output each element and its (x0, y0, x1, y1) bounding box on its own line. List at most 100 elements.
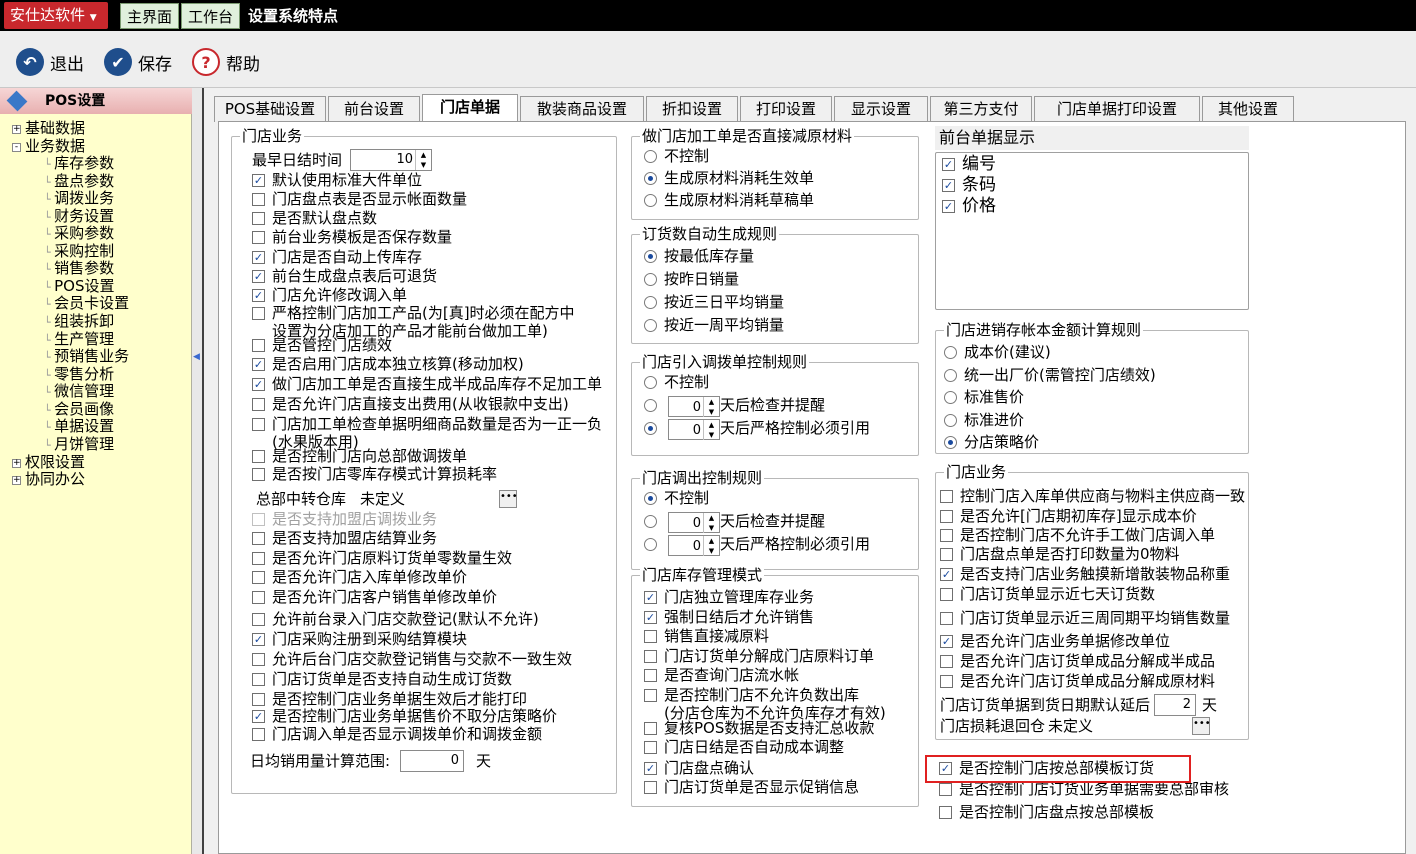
expand-icon[interactable]: + (12, 476, 21, 485)
cost-rule-option-1[interactable]: 统一出厂价(需管控门店绩效) (944, 366, 1156, 384)
checkbox-icon[interactable]: ✓ (252, 378, 265, 391)
tab-settings[interactable]: 设置系统特点 (242, 3, 344, 29)
radio-icon[interactable] (944, 391, 957, 404)
spinner-arrows-icon[interactable]: ▲ ▼ (703, 513, 719, 533)
checkbox-icon[interactable] (252, 532, 265, 545)
store-option-12[interactable]: 门店加工单检查单据明细商品数量是否为一正一负 (水果版本用) (252, 415, 602, 451)
processing-option-0[interactable]: 不控制 (644, 147, 709, 165)
checkbox-icon[interactable] (644, 689, 657, 702)
radio-icon[interactable] (644, 376, 657, 389)
order-rule-option-0[interactable]: 按最低库存量 (644, 247, 754, 265)
spinner-arrows-icon[interactable]: ▲ ▼ (703, 536, 719, 556)
checkbox-icon[interactable]: ✓ (644, 591, 657, 604)
checkbox-icon[interactable] (939, 806, 952, 819)
checkbox-icon[interactable] (252, 513, 265, 526)
checkbox-icon[interactable] (252, 613, 265, 626)
store-option2-7[interactable]: 允许后台门店交款登记销售与交款不一致生效 (252, 650, 572, 668)
tab-8[interactable]: 门店单据打印设置 (1034, 96, 1200, 122)
expand-icon[interactable]: - (12, 143, 21, 152)
radio-icon[interactable] (644, 296, 657, 309)
checkbox-icon[interactable] (644, 650, 657, 663)
brand-menu[interactable]: 安仕达软件 ▼ (4, 2, 108, 29)
store-option2-5[interactable]: 允许前台录入门店交款登记(默认不允许) (252, 610, 539, 628)
checkbox-icon[interactable] (252, 339, 265, 352)
checkbox-icon[interactable]: ✓ (940, 568, 953, 581)
tab-6[interactable]: 显示设置 (834, 96, 928, 122)
checkbox-icon[interactable] (940, 655, 953, 668)
store-option-0[interactable]: ✓ 默认使用标准大件单位 (252, 171, 422, 189)
store-biz2-option-0[interactable]: 控制门店入库单供应商与物料主供应商一致 (940, 487, 1245, 505)
store-biz2-option-3[interactable]: 门店盘点单是否打印数量为0物料 (940, 545, 1180, 563)
store-option-6[interactable]: ✓ 门店允许修改调入单 (252, 286, 407, 304)
front-display-item-1[interactable]: ✓ 条码 (942, 176, 996, 194)
tab-2[interactable]: 门店单据 (422, 94, 518, 122)
delay-input[interactable]: 2 (1154, 694, 1196, 716)
exit-button[interactable]: ↶ 退出 (16, 47, 84, 77)
checkbox-icon[interactable]: ✓ (942, 200, 955, 213)
store-option-3[interactable]: 前台业务模板是否保存数量 (252, 228, 452, 246)
checkbox-icon[interactable] (252, 307, 265, 320)
checkbox-icon[interactable] (252, 571, 265, 584)
transfer_in-no-control[interactable]: 不控制 (644, 373, 709, 391)
radio-icon[interactable] (644, 194, 657, 207)
inventory-option-1[interactable]: ✓ 强制日结后才允许销售 (644, 608, 814, 626)
processing-option-1[interactable]: 生成原材料消耗生效单 (644, 169, 814, 187)
checkbox-icon[interactable] (252, 693, 265, 706)
radio-icon[interactable] (944, 436, 957, 449)
store-option-8[interactable]: 是否管控门店绩效 (252, 336, 392, 354)
inventory-option-3[interactable]: 门店订货单分解成门店原料订单 (644, 647, 874, 665)
inventory-option-4[interactable]: 是否查询门店流水帐 (644, 666, 799, 684)
checkbox-icon[interactable]: ✓ (252, 174, 265, 187)
checkbox-icon[interactable]: ✓ (252, 289, 265, 302)
earliest-close-spinner[interactable]: 10 ▲ ▼ (350, 149, 432, 171)
inventory-option-7[interactable]: 门店日结是否自动成本调整 (644, 738, 844, 756)
checkbox-icon[interactable] (252, 552, 265, 565)
checkbox-icon[interactable]: ✓ (942, 158, 955, 171)
checkbox-icon[interactable] (940, 490, 953, 503)
front-display-item-2[interactable]: ✓ 价格 (942, 197, 996, 215)
store-option2-2[interactable]: 是否允许门店原料订货单零数量生效 (252, 549, 512, 567)
store-option2-9[interactable]: 是否控制门店业务单据生效后才能打印 (252, 690, 527, 708)
transfer_out-rule-2[interactable]: 0 ▲ ▼ 天后严格控制必须引用 (644, 535, 870, 556)
tab-4[interactable]: 折扣设置 (646, 96, 738, 122)
radio-icon[interactable] (644, 492, 657, 505)
checkbox-icon[interactable]: ✓ (644, 611, 657, 624)
store-biz2-option-8[interactable]: 是否允许门店订货单成品分解成半成品 (940, 652, 1215, 670)
transfer_in-days-spinner-1[interactable]: 0 ▲ ▼ (668, 396, 720, 417)
checkbox-icon[interactable] (940, 588, 953, 601)
transfer_in-rule-2[interactable]: 0 ▲ ▼ 天后严格控制必须引用 (644, 419, 870, 440)
checkbox-icon[interactable] (940, 510, 953, 523)
checkbox-icon[interactable] (252, 212, 265, 225)
daily-range-input[interactable]: 0 (400, 750, 464, 772)
store-biz2-option-7[interactable]: ✓ 是否允许门店业务单据修改单位 (940, 632, 1170, 650)
store-option2-3[interactable]: 是否允许门店入库单修改单价 (252, 568, 467, 586)
checkbox-icon[interactable] (252, 673, 265, 686)
transfer_out-no-control[interactable]: 不控制 (644, 489, 709, 507)
transit-warehouse-browse-button[interactable]: ••• (499, 490, 518, 508)
radio-icon[interactable] (644, 273, 657, 286)
radio-icon[interactable] (644, 422, 657, 435)
checkbox-icon[interactable]: ✓ (252, 251, 265, 264)
radio-icon[interactable] (644, 250, 657, 263)
panel-splitter[interactable]: ◀ (192, 88, 202, 854)
radio-icon[interactable] (944, 346, 957, 359)
checkbox-icon[interactable] (940, 548, 953, 561)
checkbox-icon[interactable] (940, 529, 953, 542)
cost-rule-option-4[interactable]: 分店策略价 (944, 433, 1039, 451)
radio-icon[interactable] (944, 368, 957, 382)
expand-icon[interactable]: + (12, 459, 21, 468)
store-option-11[interactable]: 是否允许门店直接支出费用(从收银款中支出) (252, 395, 569, 413)
tab-main[interactable]: 主界面 (120, 3, 180, 29)
checkbox-icon[interactable] (644, 741, 657, 754)
expand-icon[interactable]: + (12, 125, 21, 134)
store-option-4[interactable]: ✓ 门店是否自动上传库存 (252, 248, 422, 266)
store-biz2-option-6[interactable]: 门店订货单显示近三周同期平均销售数量 (940, 609, 1230, 627)
radio-icon[interactable] (644, 515, 657, 528)
tab-7[interactable]: 第三方支付 (930, 96, 1032, 122)
checkbox-icon[interactable] (252, 728, 265, 741)
transfer_out-days-spinner-1[interactable]: 0 ▲ ▼ (668, 512, 720, 533)
checkbox-icon[interactable] (644, 630, 657, 643)
store-option2-11[interactable]: 门店调入单是否显示调拨单价和调拨金额 (252, 725, 542, 743)
tree-item-20[interactable]: + 协同办公 (12, 468, 85, 489)
spinner-arrows-icon[interactable]: ▲ ▼ (415, 150, 431, 170)
